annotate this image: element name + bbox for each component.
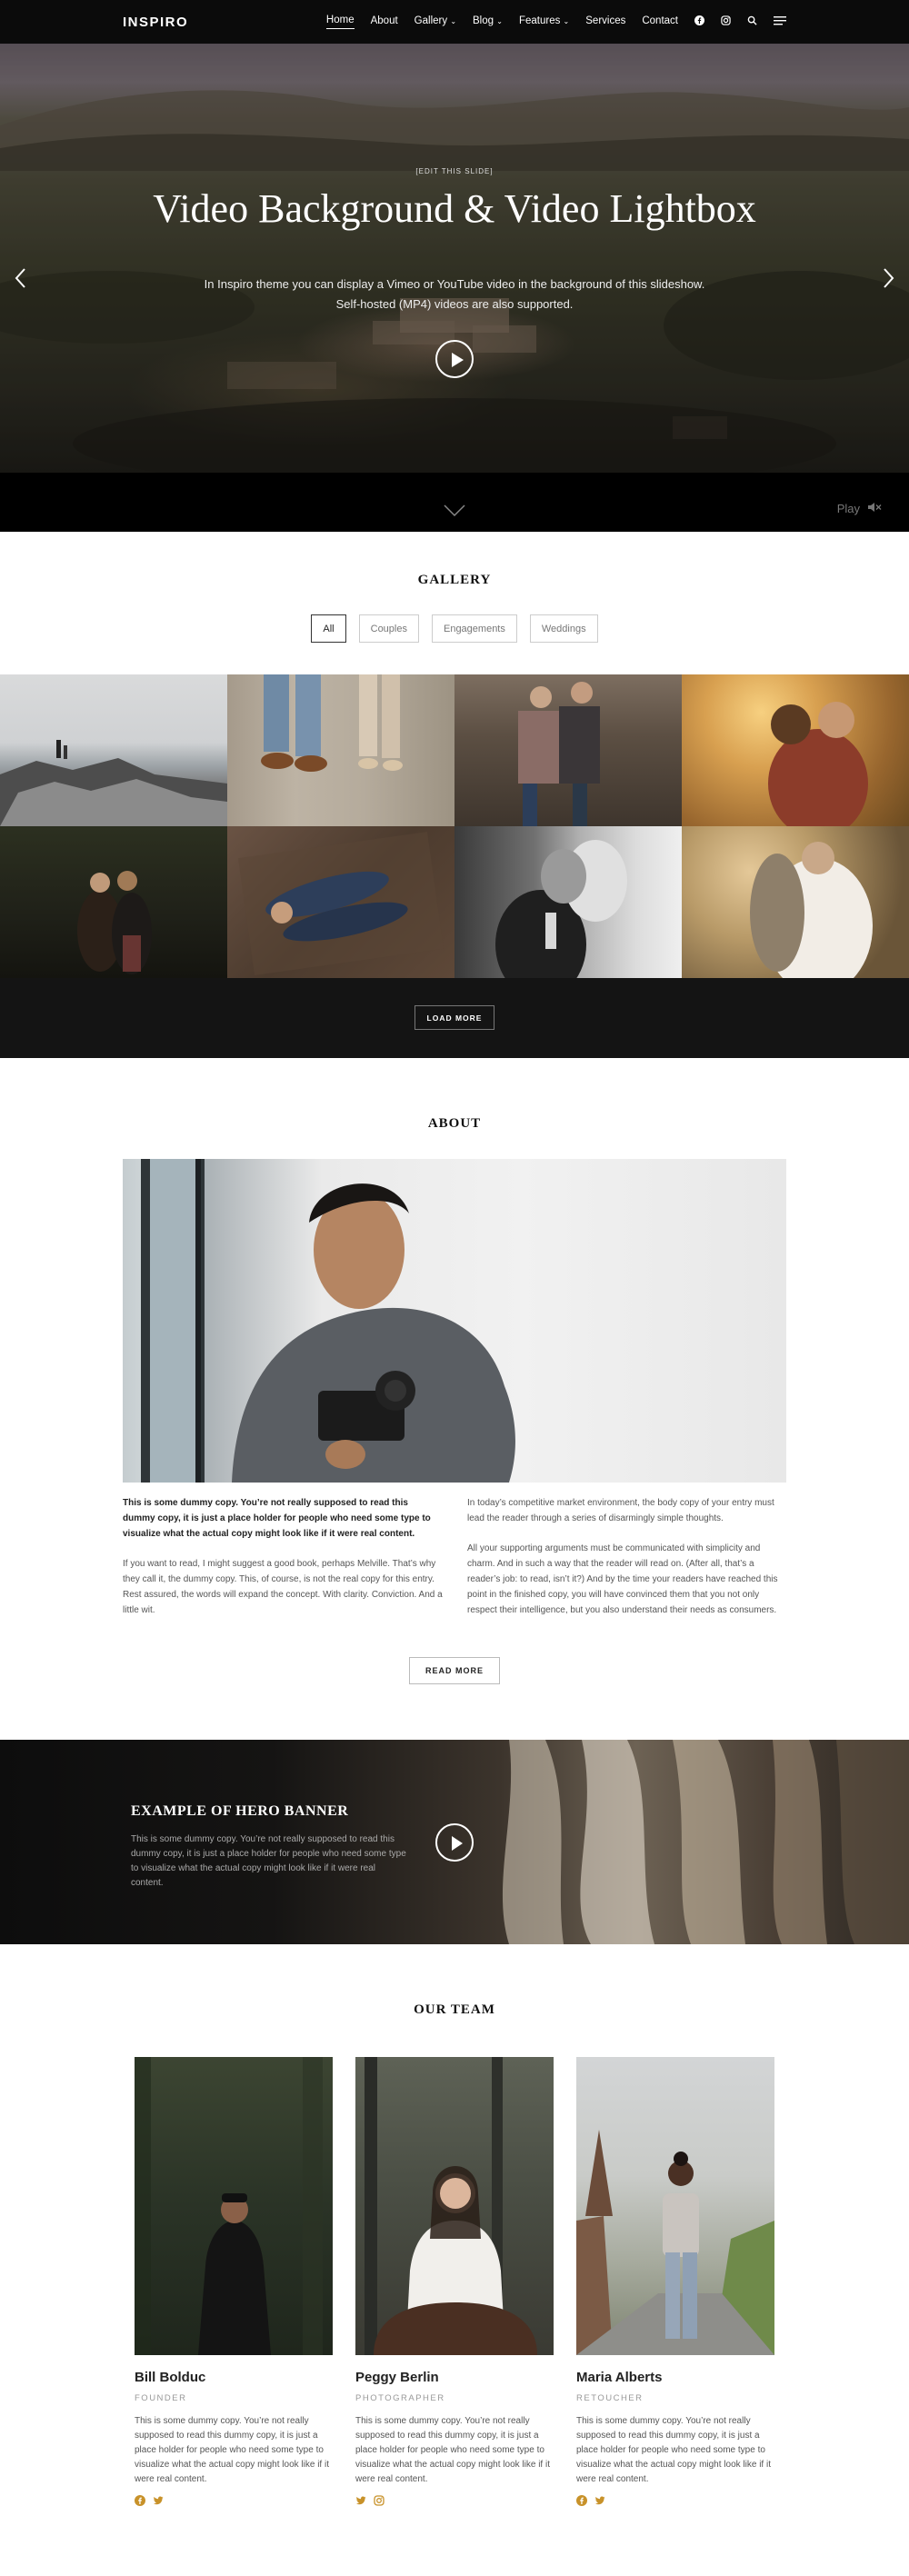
filter-engagements[interactable]: Engagements	[431, 614, 517, 643]
mute-icon[interactable]	[867, 502, 882, 515]
twitter-icon[interactable]	[355, 2494, 366, 2511]
gallery-photo-kiss-bw[interactable]	[454, 826, 682, 978]
gallery-photo-couple-field[interactable]	[682, 674, 909, 826]
facebook-icon[interactable]	[135, 2494, 145, 2511]
hero-slider: [EDIT THIS SLIDE] Video Background & Vid…	[0, 44, 909, 532]
gallery-photo-lying-couple[interactable]	[227, 826, 454, 978]
nav-services[interactable]: Services	[585, 15, 625, 29]
chevron-right-icon[interactable]	[881, 267, 895, 289]
filter-all[interactable]: All	[311, 614, 346, 643]
facebook-icon[interactable]	[576, 2494, 587, 2511]
team-member-photo	[355, 2057, 554, 2355]
hero-title: Video Background & Video Lightbox	[153, 186, 756, 231]
about-column-left: This is some dummy copy. You’re not real…	[123, 1495, 443, 1618]
about-paragraph: All your supporting arguments must be co…	[467, 1543, 778, 1615]
team-member-name: Bill Bolduc	[135, 2370, 206, 2385]
team-member-role: RETOUCHER	[576, 2393, 644, 2403]
team-member-bio: This is some dummy copy. You’re not real…	[576, 2416, 771, 2484]
gallery-photo-rocks[interactable]	[0, 674, 227, 826]
twitter-icon[interactable]	[153, 2494, 164, 2511]
video-play-toggle[interactable]: Play	[837, 502, 860, 515]
about-paragraph: In today’s competitive market environmen…	[467, 1498, 774, 1523]
gallery-photo-couple-dark[interactable]	[0, 826, 227, 978]
team-member-role: PHOTOGRAPHER	[355, 2393, 445, 2403]
team-member-social	[135, 2494, 333, 2511]
edit-slide-link[interactable]: [EDIT THIS SLIDE]	[0, 167, 909, 175]
team-member-card: Maria Alberts RETOUCHER This is some dum…	[576, 2057, 774, 2511]
load-more-button[interactable]: LOAD MORE	[415, 1005, 494, 1030]
team-member-name: Peggy Berlin	[355, 2370, 439, 2385]
banner-title: EXAMPLE OF HERO BANNER	[131, 1803, 349, 1819]
load-more-band: LOAD MORE	[0, 978, 909, 1058]
main-nav: Home About Gallery ⌄ Blog ⌄ Features ⌄ S…	[325, 15, 786, 29]
banner-play-button[interactable]	[435, 1823, 474, 1862]
hero-banner-section: EXAMPLE OF HERO BANNER This is some dumm…	[0, 1740, 909, 1944]
team-member-card: Bill Bolduc FOUNDER This is some dummy c…	[135, 2057, 333, 2511]
play-video-button[interactable]	[435, 340, 474, 378]
nav-home[interactable]: Home	[325, 15, 355, 29]
filter-couples[interactable]: Couples	[358, 614, 419, 643]
hills-graphic	[0, 90, 909, 171]
menu-icon[interactable]	[774, 15, 786, 28]
about-paragraph: If you want to read, I might suggest a g…	[123, 1559, 443, 1615]
gallery-title: GALLERY	[417, 573, 492, 587]
gallery-grid	[0, 674, 909, 978]
video-controls: Play	[837, 502, 882, 515]
nav-blog[interactable]: Blog ⌄	[473, 15, 503, 29]
gallery-photo-shoes[interactable]	[227, 674, 454, 826]
team-member-social	[576, 2494, 774, 2511]
team-member-role: FOUNDER	[135, 2393, 187, 2403]
nav-gallery[interactable]: Gallery ⌄	[415, 15, 456, 29]
chevron-left-icon[interactable]	[14, 267, 28, 289]
scroll-down-chevron-icon[interactable]	[444, 504, 465, 517]
nav-features[interactable]: Features ⌄	[519, 15, 569, 29]
team-member-card: Peggy Berlin PHOTOGRAPHER This is some d…	[355, 2057, 554, 2511]
about-title: ABOUT	[427, 1116, 482, 1131]
filter-weddings[interactable]: Weddings	[529, 614, 598, 643]
team-member-photo	[576, 2057, 774, 2355]
team-title: OUR TEAM	[414, 2002, 495, 2017]
instagram-icon[interactable]	[721, 15, 731, 28]
facebook-icon[interactable]	[694, 15, 704, 28]
site-logo[interactable]: INSPIRO	[123, 15, 188, 30]
team-member-bio: This is some dummy copy. You’re not real…	[355, 2416, 550, 2484]
team-member-bio: This is some dummy copy. You’re not real…	[135, 2416, 329, 2484]
twitter-icon[interactable]	[594, 2494, 605, 2511]
about-column-right: In today’s competitive market environmen…	[467, 1495, 787, 1618]
site-header: INSPIRO Home About Gallery ⌄ Blog ⌄ Feat…	[0, 0, 909, 44]
chevron-down-icon: ⌄	[496, 16, 503, 25]
team-member-photo	[135, 2057, 333, 2355]
search-icon[interactable]	[747, 15, 757, 28]
read-more-button[interactable]: READ MORE	[409, 1657, 500, 1684]
nav-contact[interactable]: Contact	[642, 15, 678, 29]
about-photographer-image	[123, 1159, 786, 1483]
gallery-filters: All Couples Engagements Weddings	[0, 614, 909, 643]
hero-video-background	[0, 44, 909, 473]
about-intro-bold: This is some dummy copy. You’re not real…	[123, 1498, 431, 1539]
gallery-photo-couple-woods[interactable]	[454, 674, 682, 826]
team-member-name: Maria Alberts	[576, 2370, 663, 2385]
team-member-social	[355, 2494, 554, 2511]
banner-description: This is some dummy copy. You’re not real…	[131, 1834, 406, 1888]
instagram-icon[interactable]	[374, 2494, 385, 2511]
hero-description: In Inspiro theme you can display a Vimeo…	[204, 277, 705, 311]
nav-about[interactable]: About	[371, 15, 398, 29]
chevron-down-icon: ⌄	[450, 16, 457, 25]
gallery-photo-wedding[interactable]	[682, 826, 909, 978]
chevron-down-icon: ⌄	[563, 16, 570, 25]
